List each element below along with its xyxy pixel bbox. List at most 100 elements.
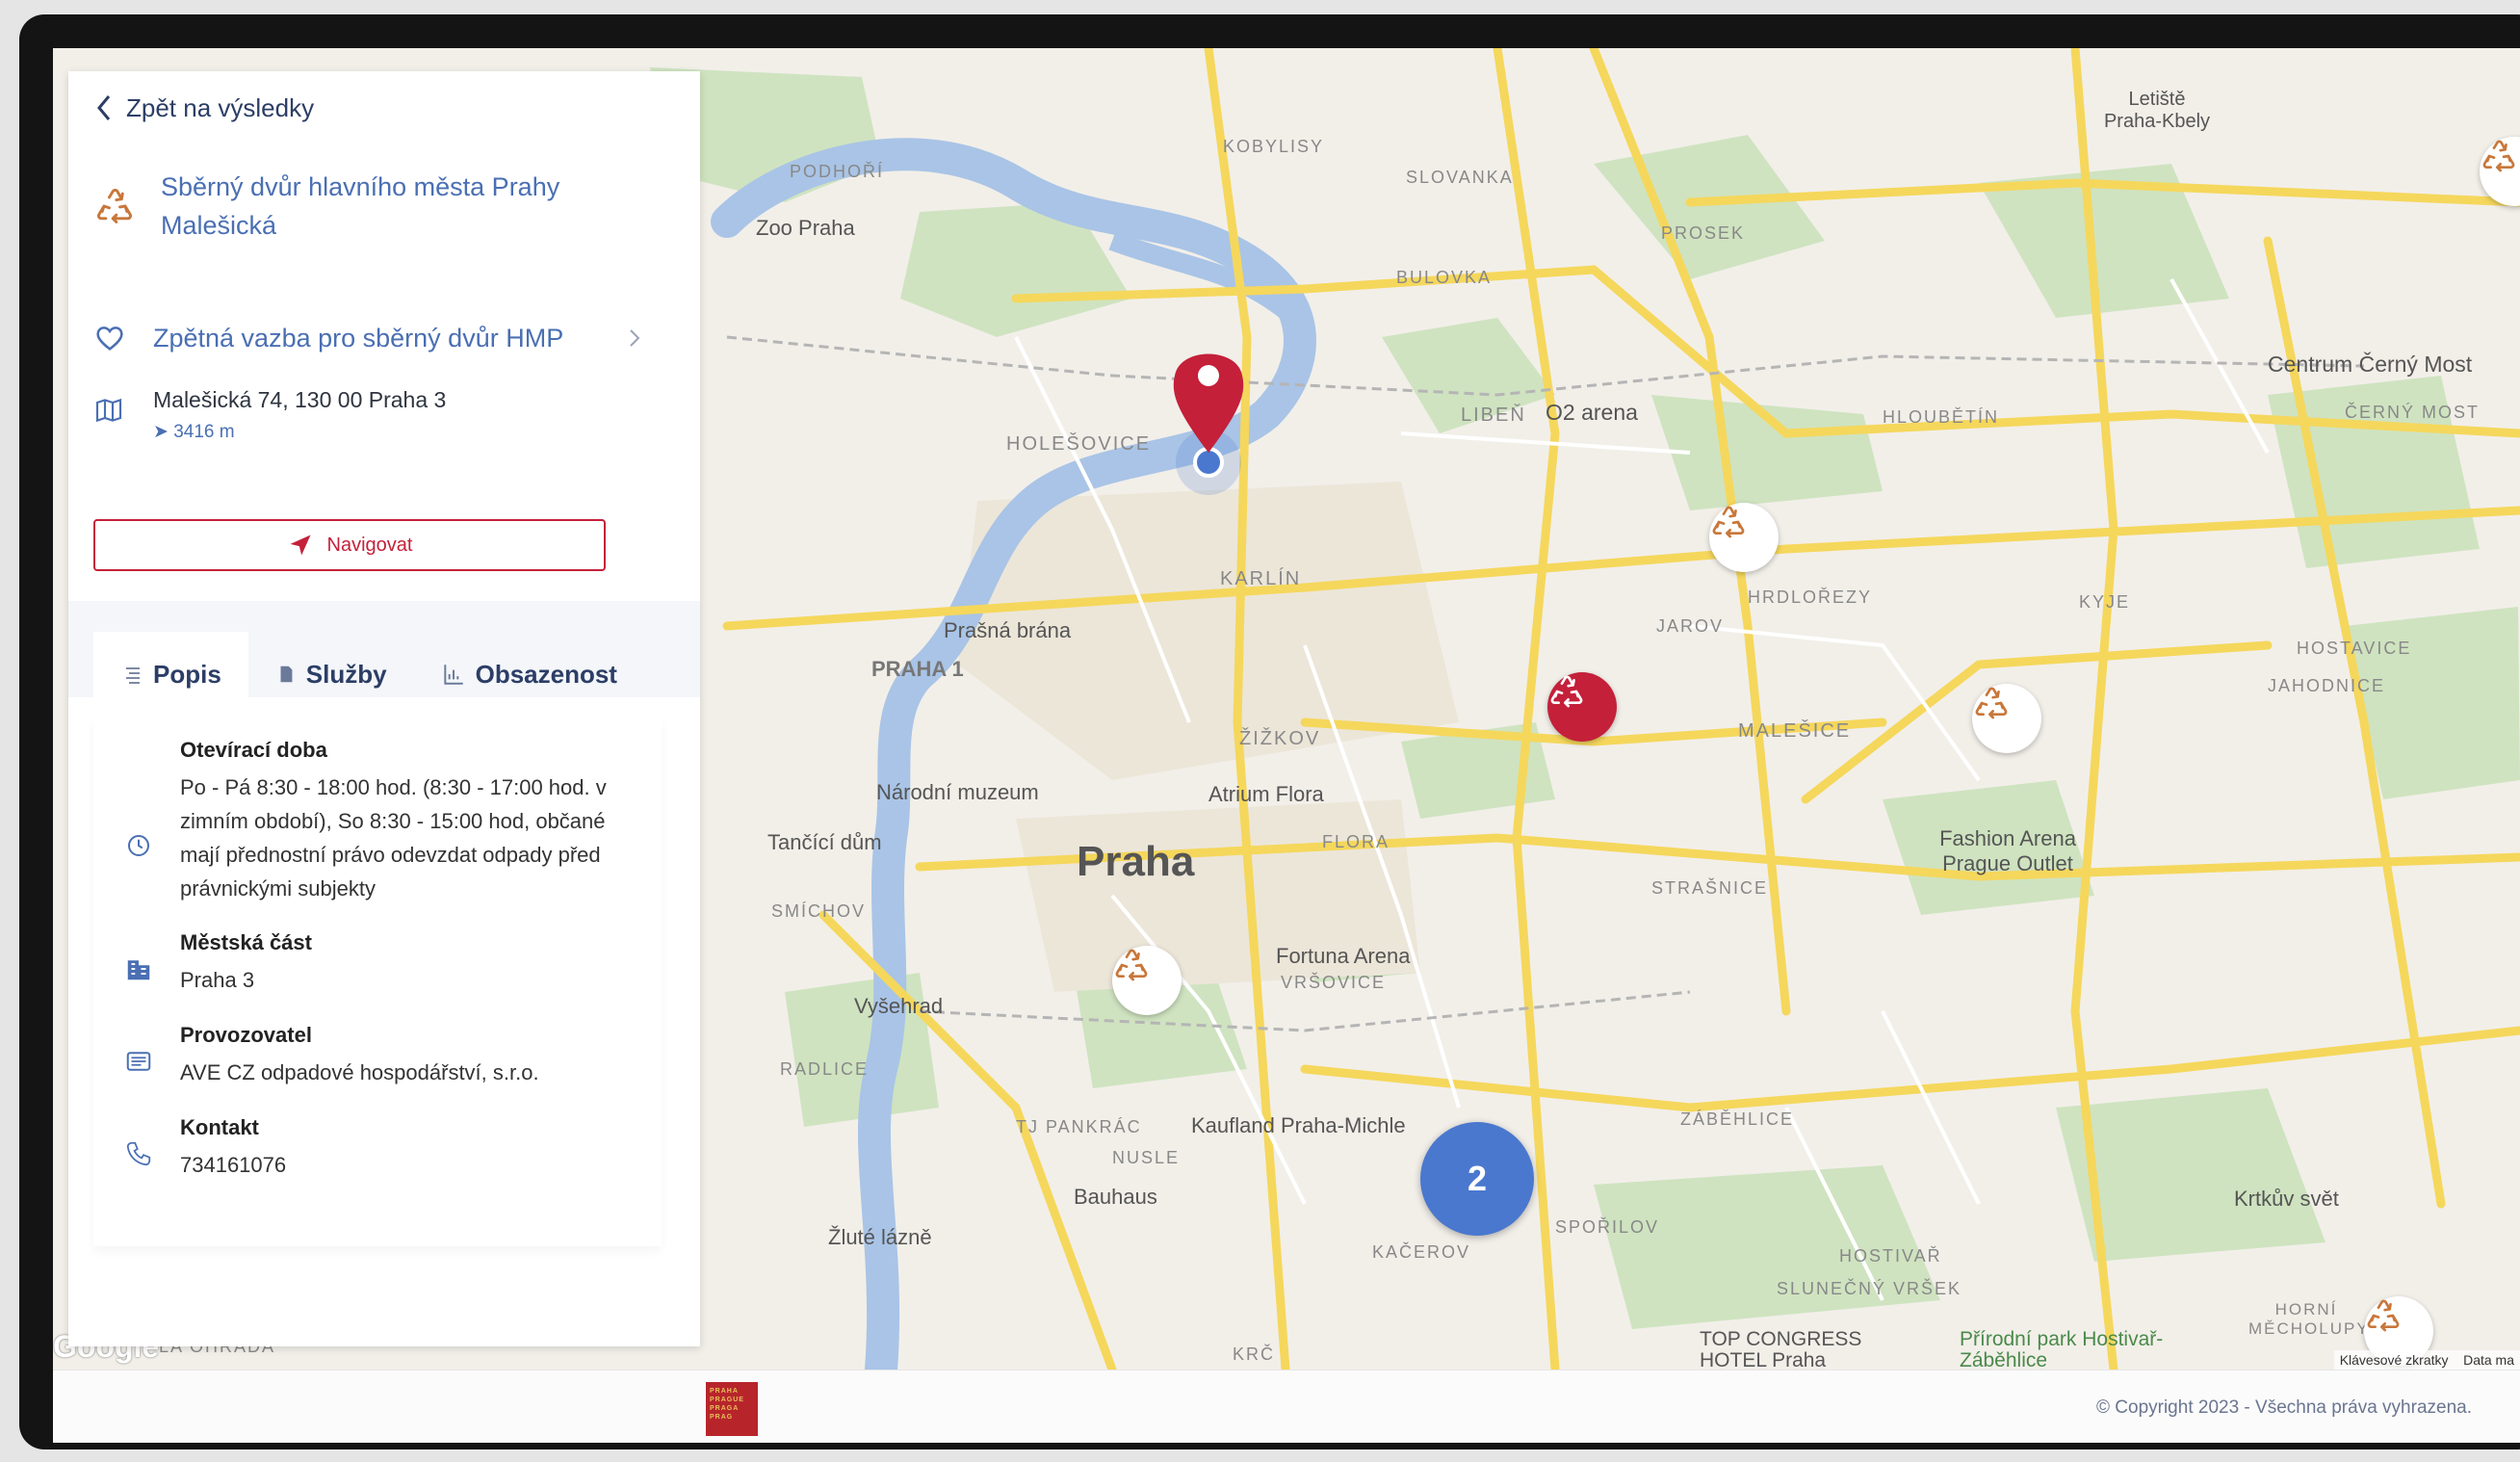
map-label-podhori: PODHOŘÍ bbox=[790, 162, 885, 181]
map-label-prosek: PROSEK bbox=[1661, 223, 1746, 243]
detail-value: Po - Pá 8:30 - 18:00 hod. (8:30 - 17:00 … bbox=[180, 775, 607, 901]
recycle-icon bbox=[2367, 1299, 2400, 1332]
map-label-hloubetin: HLOUBĚTÍN bbox=[1883, 407, 2000, 427]
back-to-results-link[interactable]: Zpět na výsledky bbox=[93, 92, 314, 123]
navigation-arrow-icon: ➤ bbox=[153, 422, 174, 442]
tab-obsazenost[interactable]: Obsazenost bbox=[414, 632, 644, 717]
tab-sluzby[interactable]: Služby bbox=[248, 632, 414, 717]
map-label-karlin: KARLÍN bbox=[1220, 568, 1302, 589]
map-label-praha-1: PRAHA 1 bbox=[871, 657, 964, 681]
recycle-marker[interactable] bbox=[1972, 684, 2041, 753]
map-label-bulovka: BULOVKA bbox=[1396, 268, 1493, 287]
map-label-kobylisy: KOBYLISY bbox=[1223, 137, 1325, 156]
recycle-icon bbox=[2482, 140, 2515, 172]
map-label-smichov: SMÍCHOV bbox=[771, 901, 867, 921]
selected-recycle-marker[interactable] bbox=[1547, 672, 1617, 742]
chevron-left-icon bbox=[97, 95, 111, 120]
map-label-cerny-most-district: ČERNÝ MOST bbox=[2345, 403, 2481, 422]
cluster-marker[interactable]: 2 bbox=[1420, 1122, 1534, 1236]
detail-label: Otevírací doba bbox=[180, 738, 327, 762]
bar-chart-icon bbox=[443, 665, 463, 685]
map-data-link[interactable]: Data ma bbox=[2463, 1352, 2514, 1368]
copyright-text: © Copyright 2023 - Všechna práva vyhraze… bbox=[2096, 1397, 2472, 1418]
detail-label: Kontakt bbox=[180, 1115, 259, 1139]
recycle-icon bbox=[1975, 687, 2008, 719]
id-card-icon bbox=[126, 1051, 151, 1071]
phone-icon bbox=[126, 1141, 151, 1165]
map-label-sporilov: SPOŘILOV bbox=[1555, 1217, 1660, 1237]
map-label-zizkov: ŽIŽKOV bbox=[1239, 728, 1321, 749]
map-label-kacerov: KAČEROV bbox=[1372, 1242, 1471, 1262]
chevron-right-icon bbox=[630, 329, 640, 347]
recycle-marker[interactable] bbox=[1709, 503, 1779, 572]
distance-value: 3416 m bbox=[173, 422, 235, 442]
map-label-fortuna-arena: Fortuna Arena bbox=[1276, 944, 1411, 968]
keyboard-shortcuts-link[interactable]: Klávesové zkratky bbox=[2340, 1352, 2449, 1368]
map-label-zlute-lazne: Žluté lázně bbox=[828, 1225, 932, 1249]
recycle-icon bbox=[1712, 506, 1745, 538]
detail-value: AVE CZ odpadové hospodářství, s.r.o. bbox=[180, 1060, 539, 1084]
map-label-hrdlorezy: HRDLOŘEZY bbox=[1748, 587, 1873, 607]
map-label-pankrac: TJ PANKRÁC bbox=[1016, 1117, 1142, 1136]
map-label-slunecny-vrsek: SLUNEČNÝ VRŠEK bbox=[1777, 1279, 1962, 1298]
map-label-krc: KRČ bbox=[1233, 1345, 1276, 1364]
map-label-holesovice: HOLEŠOVICE bbox=[1006, 433, 1152, 455]
page-footer: PRAHA PRAGUE PRAGA PRAG © Copyright 2023… bbox=[53, 1370, 2520, 1443]
tab-popis[interactable]: Popis bbox=[93, 632, 248, 717]
map-label-hostivar: HOSTIVAŘ bbox=[1839, 1246, 1942, 1266]
feedback-label: Zpětná vazba pro sběrný dvůr HMP bbox=[153, 323, 564, 352]
facility-title: Sběrný dvůr hlavního města Prahy Malešic… bbox=[161, 172, 560, 240]
map-label-zabehlice: ZÁBĚHLICE bbox=[1680, 1110, 1795, 1129]
facility-card: Sběrný dvůr hlavního města Prahy Malešic… bbox=[93, 148, 686, 587]
map-attribution[interactable]: Klávesové zkratky Data ma bbox=[2333, 1350, 2520, 1370]
heart-icon bbox=[96, 326, 123, 351]
tab-content-popis: Otevírací doba Po - Pá 8:30 - 18:00 hod.… bbox=[93, 717, 662, 1246]
praha-logo[interactable]: PRAHA PRAGUE PRAGA PRAG bbox=[706, 1382, 758, 1436]
navigate-label: Navigovat bbox=[326, 534, 413, 556]
map-icon bbox=[95, 398, 122, 423]
detail-label: Provozovatel bbox=[180, 1023, 312, 1047]
recycle-marker[interactable] bbox=[1112, 946, 1182, 1015]
facility-title-row: Sběrný dvůr hlavního města Prahy Malešic… bbox=[93, 168, 671, 245]
opening-hours-row: Otevírací doba Po - Pá 8:30 - 18:00 hod.… bbox=[122, 738, 633, 905]
map-label-tancici-dum: Tančící dům bbox=[767, 830, 882, 854]
map-label-flora: FLORA bbox=[1322, 832, 1390, 851]
phone-link[interactable]: 734161076 bbox=[180, 1148, 633, 1182]
district-row: Městská část Praha 3 bbox=[122, 930, 633, 997]
map-label-kyje: KYJE bbox=[2079, 592, 2131, 612]
detail-label: Městská část bbox=[180, 930, 312, 954]
map-label-cerny-most: Centrum Černý Most bbox=[2268, 352, 2473, 377]
feedback-link[interactable]: Zpětná vazba pro sběrný dvůr HMP bbox=[93, 322, 671, 354]
map-label-atrium-flora: Atrium Flora bbox=[1208, 782, 1324, 806]
map-label-o2-arena: O2 arena bbox=[1546, 400, 1638, 425]
tab-label: Popis bbox=[153, 659, 221, 689]
map-label-vysehrad: Vyšehrad bbox=[854, 994, 944, 1018]
contact-row: Kontakt 734161076 bbox=[122, 1115, 633, 1182]
recycle-icon bbox=[1550, 675, 1583, 708]
document-icon bbox=[280, 666, 293, 683]
list-icon bbox=[126, 667, 140, 684]
tab-label: Obsazenost bbox=[475, 659, 617, 689]
screen: Praha PRAHA 1 KARLÍN ŽIŽKOV HOLEŠOVICE L… bbox=[53, 48, 2520, 1443]
map-label-jahodnice: JAHODNICE bbox=[2268, 676, 2386, 695]
map-label-praha: Praha bbox=[1077, 838, 1195, 885]
address-row: Malešická 74, 130 00 Praha 3 ➤ 3416 m bbox=[93, 387, 446, 443]
detail-tabs: Popis Služby Obsazenost bbox=[93, 632, 662, 717]
map-label-nusle: NUSLE bbox=[1112, 1148, 1181, 1167]
map-label-horni-mecholupy: HORNÍ MĚCHOLUPY bbox=[2248, 1300, 2370, 1338]
navigate-button[interactable]: Navigovat bbox=[93, 519, 606, 571]
map-label-prasna-brana: Prašná brána bbox=[944, 618, 1072, 642]
navigation-icon bbox=[290, 535, 311, 556]
map-label-malesice: MALEŠICE bbox=[1738, 720, 1852, 742]
address-text: Malešická 74, 130 00 Praha 3 bbox=[153, 387, 447, 412]
map-label-narodni-muzeum: Národní muzeum bbox=[876, 780, 1039, 804]
building-icon bbox=[127, 959, 150, 979]
back-label: Zpět na výsledky bbox=[126, 92, 315, 122]
map-label-prirodni-park: Přírodní park Hostivař-Záběhlice bbox=[1960, 1328, 2164, 1371]
detail-panel: Zpět na výsledky Sběrný dvůr hlavního mě… bbox=[68, 71, 700, 1346]
map-label-fashion-arena: Fashion Arena Prague Outlet bbox=[1939, 826, 2076, 875]
recycle-icon bbox=[1115, 949, 1148, 981]
detail-value: Praha 3 bbox=[180, 968, 255, 992]
map-label-zoo-praha: Zoo Praha bbox=[756, 216, 855, 240]
distance-text: ➤ 3416 m bbox=[153, 421, 446, 443]
